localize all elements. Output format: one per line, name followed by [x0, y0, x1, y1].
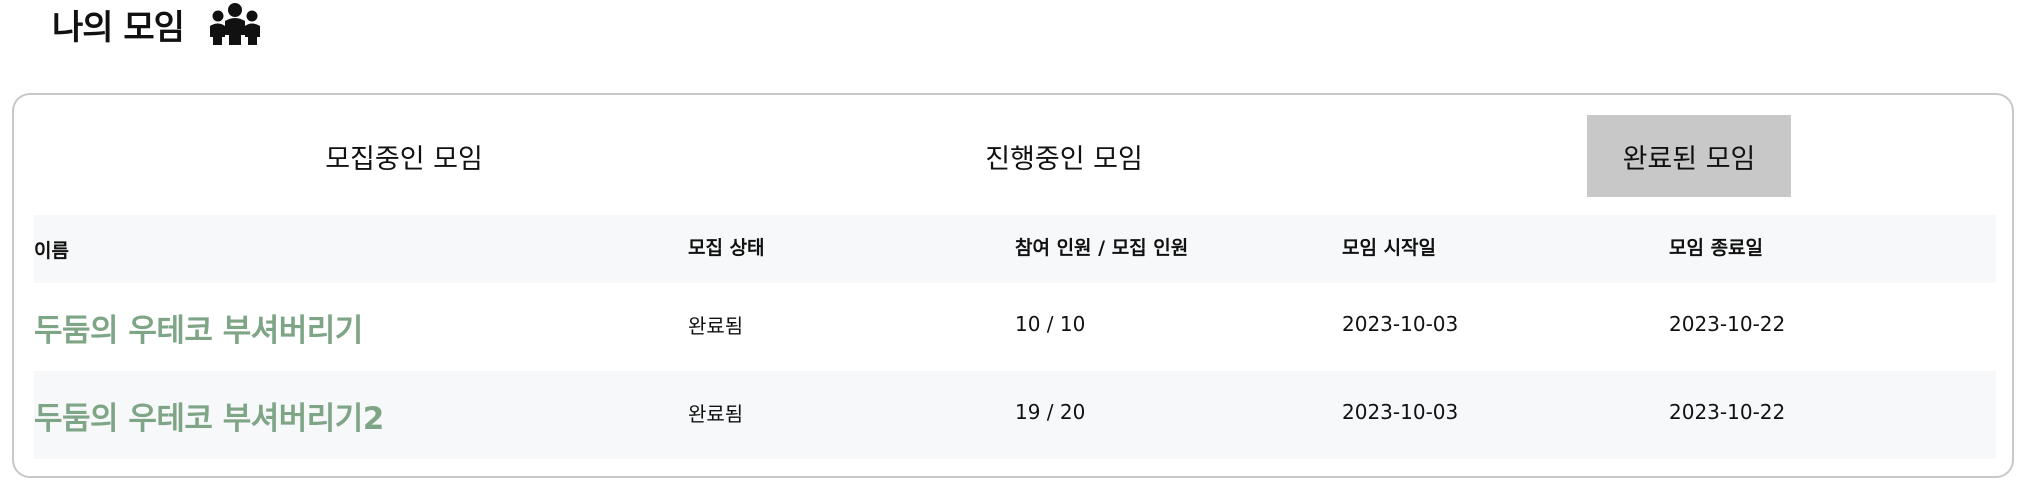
meetings-panel: 모집중인 모임 진행중인 모임 완료된 모임 이름 모집 상태 참여 인원 / …	[12, 93, 2014, 478]
column-header-status: 모집 상태	[688, 236, 765, 259]
meetings-table: 이름 모집 상태 참여 인원 / 모집 인원 모임 시작일 모임 종료일 두둠의…	[34, 215, 1996, 459]
meeting-start-date: 2023-10-03	[1342, 400, 1459, 424]
table-row: 두둠의 우테코 부셔버리기 완료됨 10 / 10 2023-10-03 202…	[34, 283, 1996, 371]
meeting-name-link[interactable]: 두둠의 우테코 부셔버리기2	[34, 393, 384, 438]
tab-completed[interactable]: 완료된 모임	[1587, 115, 1791, 197]
page-header: 나의 모임	[52, 0, 262, 48]
column-header-end-date: 모임 종료일	[1669, 236, 1764, 259]
column-header-start-date: 모임 시작일	[1342, 236, 1437, 259]
tab-recruiting[interactable]: 모집중인 모임	[244, 115, 564, 197]
tab-ongoing[interactable]: 진행중인 모임	[904, 115, 1224, 197]
meeting-members: 19 / 20	[1015, 400, 1086, 424]
meeting-name-link[interactable]: 두둠의 우테코 부셔버리기	[34, 305, 363, 350]
meeting-name-cell: 두둠의 우테코 부셔버리기	[34, 283, 363, 371]
table-row: 두둠의 우테코 부셔버리기2 완료됨 19 / 20 2023-10-03 20…	[34, 371, 1996, 459]
meeting-tabs: 모집중인 모임 진행중인 모임 완료된 모임	[34, 115, 1996, 197]
column-header-name: 이름	[34, 239, 69, 262]
table-header-row: 이름 모집 상태 참여 인원 / 모집 인원 모임 시작일 모임 종료일	[34, 215, 1996, 283]
meeting-start-date: 2023-10-03	[1342, 312, 1459, 336]
meeting-status: 완료됨	[688, 401, 744, 426]
meeting-end-date: 2023-10-22	[1669, 312, 1786, 336]
column-header-members: 참여 인원 / 모집 인원	[1015, 236, 1189, 259]
page-title: 나의 모임	[52, 7, 185, 48]
people-group-icon	[208, 1, 262, 47]
meeting-status: 완료됨	[688, 313, 744, 338]
meeting-end-date: 2023-10-22	[1669, 400, 1786, 424]
meeting-name-cell: 두둠의 우테코 부셔버리기2	[34, 371, 384, 459]
meeting-members: 10 / 10	[1015, 312, 1086, 336]
